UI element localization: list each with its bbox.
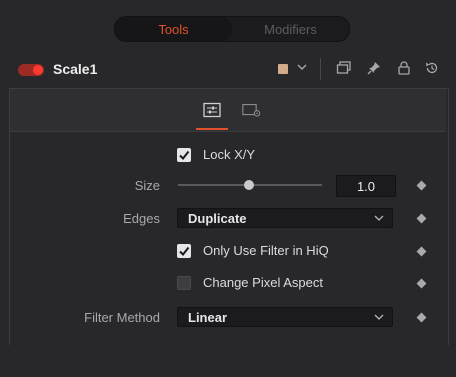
edges-select-value: Duplicate	[188, 210, 247, 226]
chevron-down-icon	[374, 215, 384, 221]
check-icon	[179, 150, 190, 161]
tool-name: Scale1	[53, 61, 98, 77]
edges-select[interactable]: Duplicate	[177, 208, 393, 228]
tab-tools[interactable]: Tools	[115, 17, 232, 41]
lock-xy-checkbox[interactable]	[177, 148, 191, 162]
tool-mode-tabs: Tools Modifiers	[114, 16, 350, 42]
sliders-icon[interactable]	[202, 100, 222, 120]
only-use-filter-checkbox[interactable]	[177, 244, 191, 258]
size-slider-thumb[interactable]	[244, 180, 254, 190]
filter-method-label: Filter Method	[84, 310, 160, 325]
edges-label: Edges	[123, 211, 160, 226]
filter-method-select[interactable]: Linear	[177, 307, 393, 327]
size-label: Size	[134, 178, 160, 193]
change-pixel-aspect-checkbox[interactable]	[177, 276, 191, 290]
panel-tab-bar	[10, 89, 446, 132]
header-divider	[320, 58, 321, 80]
toggle-knob	[33, 65, 43, 75]
chevron-down-icon	[374, 314, 384, 320]
lock-icon[interactable]	[394, 58, 414, 78]
tab-modifiers[interactable]: Modifiers	[232, 17, 349, 41]
check-icon	[179, 246, 190, 257]
only-use-filter-label: Only Use Filter in HiQ	[203, 243, 329, 258]
lock-xy-label: Lock X/Y	[203, 147, 256, 162]
size-value-field[interactable]: 1.0	[336, 175, 396, 197]
pin-icon[interactable]	[364, 58, 384, 78]
overlapping-windows-icon[interactable]	[334, 58, 354, 78]
tool-enable-toggle[interactable]	[18, 64, 44, 76]
filter-method-select-value: Linear	[188, 309, 228, 325]
change-pixel-aspect-label: Change Pixel Aspect	[203, 275, 323, 290]
settings-window-icon[interactable]	[242, 100, 262, 120]
chevron-down-icon[interactable]	[296, 60, 308, 77]
reset-icon[interactable]	[422, 58, 442, 78]
active-tab-indicator	[196, 128, 228, 130]
tool-color-swatch[interactable]	[278, 64, 288, 74]
